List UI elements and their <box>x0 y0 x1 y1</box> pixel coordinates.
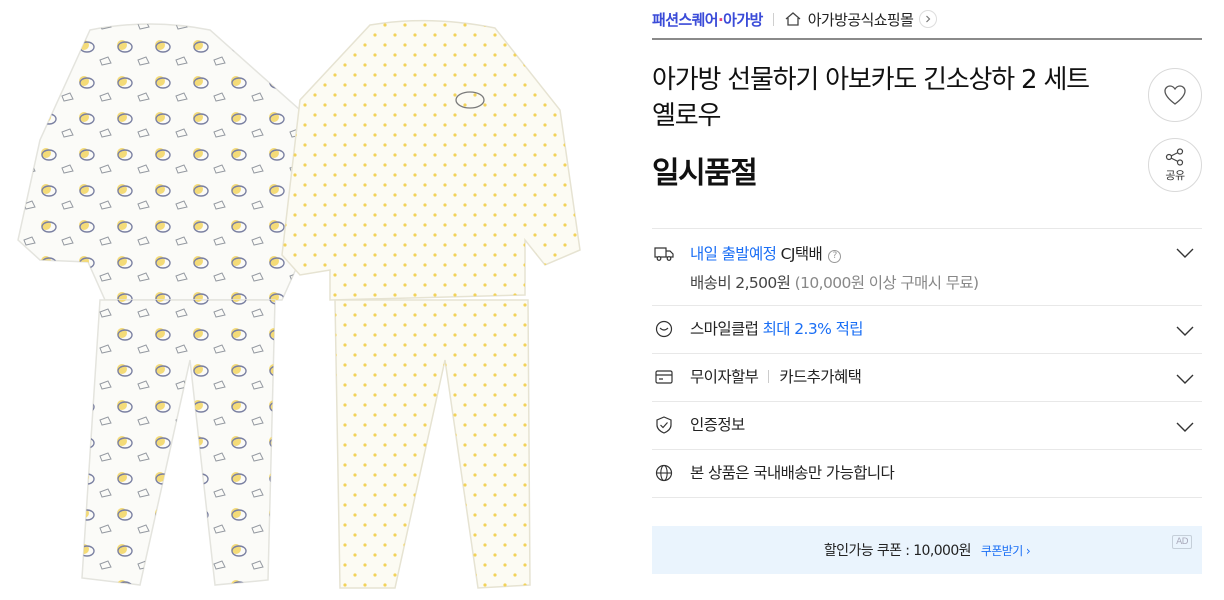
product-title: 아가방 선물하기 아보카도 긴소상하 2 세트 옐로우 <box>652 65 1090 131</box>
smile-icon <box>655 320 673 338</box>
breadcrumb: 패션스퀘어·아가방 아가방공식쇼핑몰 <box>652 0 1202 40</box>
shipping-row[interactable]: 내일 출발예정 CJ택배? 배송비 2,500원 (10,000원 이상 구매시… <box>652 229 1202 306</box>
shield-check-icon <box>656 416 672 434</box>
coupon-download-link[interactable]: 쿠폰받기 › <box>980 542 1031 559</box>
coupon-link-label: 쿠폰받기 <box>980 543 1023 558</box>
shop-name-link[interactable]: 아가방공식쇼핑몰 <box>808 9 914 30</box>
installment-label: 무이자할부 <box>690 368 759 386</box>
home-icon[interactable] <box>784 10 802 28</box>
shipping-eta-line: 내일 출발예정 CJ택배? <box>690 242 842 264</box>
heart-icon <box>1164 85 1186 105</box>
chevron-down-icon[interactable] <box>1176 247 1194 259</box>
coupon-banner[interactable]: 할인가능 쿠폰 : 10,000원 쿠폰받기 › AD <box>652 526 1202 574</box>
shipping-free-condition: (10,000원 이상 구매시 무료) <box>794 274 979 292</box>
wishlist-button[interactable] <box>1148 68 1202 122</box>
stock-status: 일시품절 <box>652 156 758 191</box>
delivery-notice-row: 본 상품은 국내배송만 가능합니다 <box>652 450 1202 498</box>
chevron-down-icon[interactable] <box>1176 325 1194 337</box>
coupon-text: 할인가능 쿠폰 : 10,000원 <box>823 543 972 559</box>
truck-icon <box>654 247 674 261</box>
smile-club-label: 스마일클럽 <box>690 320 759 338</box>
certification-row[interactable]: 인증정보 <box>652 402 1202 450</box>
smile-club-row[interactable]: 스마일클럽 최대 2.3% 적립 <box>652 306 1202 354</box>
shipping-carrier: CJ택배 <box>780 245 823 263</box>
chevron-down-icon[interactable] <box>1176 421 1194 433</box>
certification-label: 인증정보 <box>690 416 745 434</box>
card-benefit-label: 카드추가혜택 <box>779 368 862 386</box>
ad-badge: AD <box>1172 535 1192 549</box>
pajama-set-illustration <box>17 19 581 589</box>
installment-row[interactable]: 무이자할부 카드추가혜택 <box>652 354 1202 402</box>
shipping-fee: 배송비 2,500원 <box>690 274 791 292</box>
delivery-notice-label: 본 상품은 국내배송만 가능합니다 <box>690 464 895 482</box>
divider <box>768 370 770 383</box>
benefit-list: 내일 출발예정 CJ택배? 배송비 2,500원 (10,000원 이상 구매시… <box>652 228 1202 498</box>
product-image[interactable] <box>0 0 600 600</box>
shipping-fee-line: 배송비 2,500원 (10,000원 이상 구매시 무료) <box>690 271 979 293</box>
brand-logo-part2: 아가방 <box>723 10 763 29</box>
brand-logo-part1: 패션스퀘어 <box>652 10 719 29</box>
brand-logo-link[interactable]: 패션스퀘어·아가방 <box>652 9 763 30</box>
globe-icon <box>655 464 673 482</box>
share-label: 공유 <box>1165 168 1185 182</box>
share-icon <box>1165 147 1184 166</box>
product-info-panel: 패션스퀘어·아가방 아가방공식쇼핑몰 아가방 선물하기 아보카도 긴소상하 2 … <box>652 0 1202 600</box>
smile-club-benefit: 최대 2.3% 적립 <box>762 320 864 338</box>
chevron-right-icon[interactable] <box>919 10 938 28</box>
share-button[interactable]: 공유 <box>1148 138 1202 192</box>
shipping-eta: 내일 출발예정 <box>690 245 777 263</box>
breadcrumb-divider <box>772 12 774 26</box>
chevron-down-icon[interactable] <box>1176 373 1194 385</box>
help-icon[interactable]: ? <box>828 250 842 263</box>
card-icon <box>655 370 673 384</box>
